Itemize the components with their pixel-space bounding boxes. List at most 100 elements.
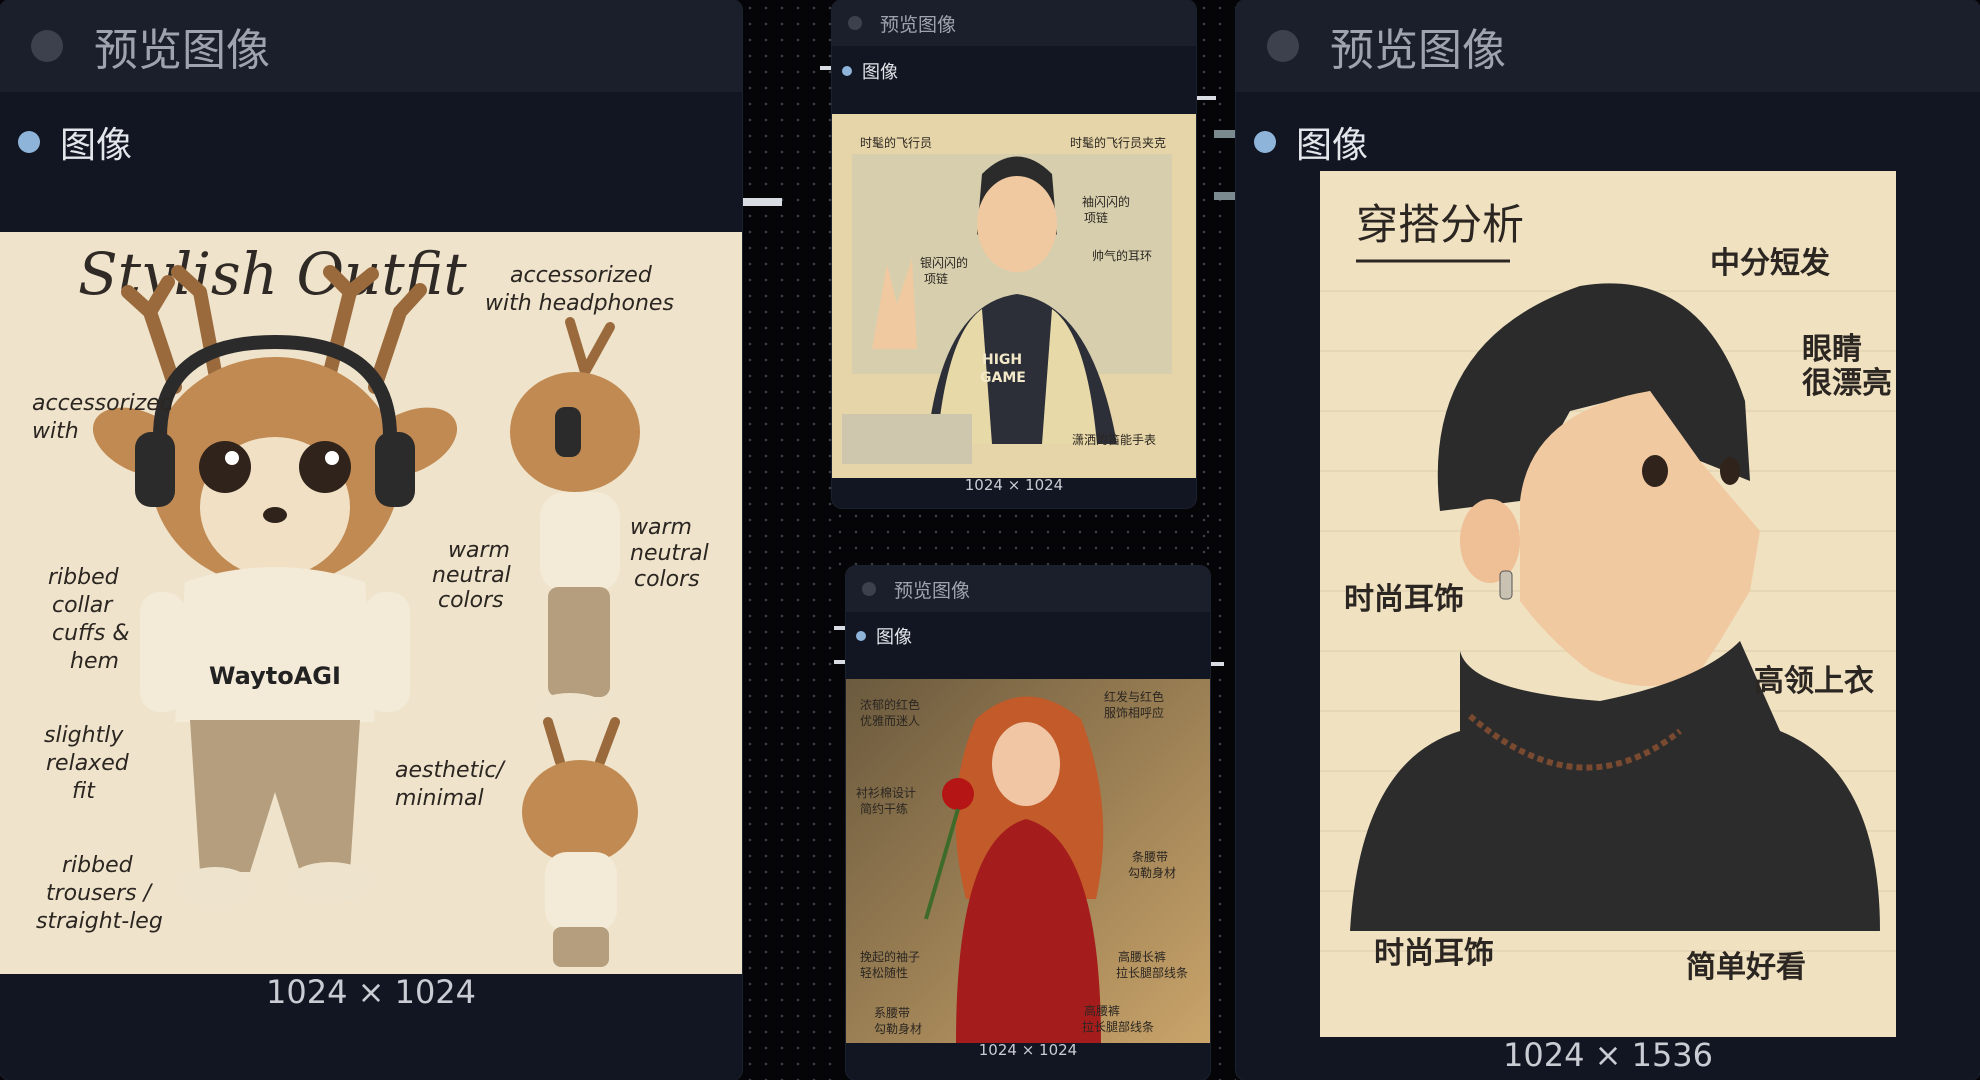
svg-text:slightly: slightly: [44, 723, 124, 748]
preview-image-node[interactable]: 预览图像 图像 穿搭分析 中分短发 眼睛 很漂亮 时尚耳饰 高领上衣 时尚耳饰 …: [1236, 0, 1980, 1080]
svg-text:ribbed: ribbed: [48, 565, 120, 590]
svg-text:ribbed: ribbed: [62, 853, 134, 878]
preview-image: 穿搭分析 中分短发 眼睛 很漂亮 时尚耳饰 高领上衣 时尚耳饰 简单好看: [1320, 171, 1896, 1037]
svg-text:neutral: neutral: [432, 563, 511, 588]
svg-text:relaxed: relaxed: [46, 751, 130, 776]
node-header[interactable]: 预览图像: [0, 0, 742, 92]
node-title: 预览图像: [1330, 25, 1506, 76]
port-label: 图像: [862, 62, 898, 83]
svg-text:colors: colors: [438, 588, 504, 613]
svg-text:很漂亮: 很漂亮: [1802, 366, 1892, 401]
connection-wire[interactable]: [834, 660, 846, 664]
svg-text:时尚耳饰: 时尚耳饰: [1344, 582, 1464, 617]
node-title: 预览图像: [880, 13, 957, 36]
preview-image: 浓郁的红色 优雅而迷人 红发与红色 服饰相呼应 衬衫棉设计 简约干练 条腰带 勾…: [846, 679, 1210, 1043]
svg-text:warm: warm: [448, 538, 510, 563]
image-size-label: 1024 × 1024: [964, 476, 1064, 494]
svg-text:时尚耳饰: 时尚耳饰: [1374, 936, 1494, 971]
port-label: 图像: [1296, 125, 1369, 166]
svg-text:挽起的袖子: 挽起的袖子: [860, 949, 920, 964]
image-heading: 穿搭分析: [1356, 200, 1524, 249]
canvas-dot-grid: [832, 508, 1212, 566]
svg-text:中分短发: 中分短发: [1710, 246, 1830, 281]
svg-text:accessorized: accessorized: [32, 391, 175, 416]
svg-text:cuffs &: cuffs &: [52, 621, 130, 646]
canvas-dot-grid: [742, 0, 832, 1080]
sweater-text: WaytoAGI: [209, 662, 341, 690]
port-label: 图像: [876, 627, 912, 648]
connection-wire[interactable]: [834, 626, 846, 630]
connection-wire[interactable]: [742, 198, 782, 206]
svg-text:with headphones: with headphones: [485, 291, 674, 316]
connection-wire[interactable]: [1214, 192, 1236, 200]
node-title: 预览图像: [894, 579, 971, 602]
svg-text:轻松随性: 轻松随性: [860, 965, 908, 980]
svg-text:拉长腿部线条: 拉长腿部线条: [1116, 965, 1188, 980]
port-dot-icon[interactable]: [18, 131, 40, 153]
svg-text:高领上衣: 高领上衣: [1754, 664, 1874, 699]
svg-text:简单好看: 简单好看: [1686, 950, 1806, 985]
svg-text:项链: 项链: [924, 271, 948, 286]
node-title: 预览图像: [94, 25, 270, 76]
svg-text:服饰相呼应: 服饰相呼应: [1104, 705, 1164, 720]
svg-text:straight-leg: straight-leg: [36, 909, 163, 934]
port-dot-icon[interactable]: [842, 66, 852, 76]
node-status-dot: [848, 16, 862, 30]
preview-image-node[interactable]: 预览图像 图像 Stylish Outfit WaytoAGI accessor…: [0, 0, 742, 1080]
svg-text:fit: fit: [72, 779, 96, 804]
svg-text:拉长腿部线条: 拉长腿部线条: [1082, 1019, 1154, 1034]
svg-text:colors: colors: [634, 567, 700, 592]
svg-text:红发与红色: 红发与红色: [1104, 689, 1164, 704]
node-status-dot: [31, 30, 63, 62]
port-label: 图像: [60, 125, 133, 166]
svg-text:hem: hem: [70, 649, 119, 674]
svg-text:高腰裤: 高腰裤: [1084, 1003, 1120, 1018]
svg-text:GAME: GAME: [980, 370, 1026, 386]
image-size-label: 1024 × 1536: [1502, 1036, 1714, 1074]
svg-text:with: with: [32, 419, 79, 444]
svg-text:简约干练: 简约干练: [860, 801, 908, 816]
preview-image: Stylish Outfit WaytoAGI accessorized wit…: [0, 232, 742, 974]
svg-text:warm: warm: [630, 515, 692, 540]
svg-text:银闪闪的: 银闪闪的: [920, 255, 968, 270]
image-size-label: 1024 × 1024: [978, 1041, 1078, 1059]
svg-text:系腰带: 系腰带: [874, 1006, 910, 1020]
svg-text:时髦的飞行员夹克: 时髦的飞行员夹克: [1070, 135, 1166, 150]
svg-text:高腰长裤: 高腰长裤: [1118, 949, 1166, 964]
preview-image: HIGH GAME 时髦的飞行员 时髦的飞行员夹克 袖闪闪的 项链 银闪闪的 项…: [832, 114, 1196, 478]
svg-text:眼睛: 眼睛: [1802, 332, 1862, 367]
node-header[interactable]: 预览图像: [846, 566, 1210, 612]
svg-text:neutral: neutral: [630, 541, 709, 566]
svg-text:collar: collar: [52, 593, 114, 618]
image-input-port[interactable]: 图像: [856, 623, 912, 649]
svg-text:优雅而迷人: 优雅而迷人: [860, 713, 920, 728]
node-header[interactable]: 预览图像: [1236, 0, 1980, 92]
svg-text:衬衫棉设计: 衬衫棉设计: [856, 786, 916, 800]
connection-wire[interactable]: [1214, 130, 1236, 138]
port-dot-icon[interactable]: [1254, 131, 1276, 153]
svg-text:潇洒的笛能手表: 潇洒的笛能手表: [1072, 432, 1156, 447]
svg-text:trousers /: trousers /: [46, 881, 154, 906]
svg-text:条腰带: 条腰带: [1132, 850, 1168, 864]
svg-text:HIGH: HIGH: [982, 352, 1022, 368]
image-input-port[interactable]: 图像: [18, 116, 132, 168]
svg-text:时髦的飞行员: 时髦的飞行员: [860, 135, 932, 150]
image-size-label: 1024 × 1024: [265, 973, 477, 1011]
svg-text:袖闪闪的: 袖闪闪的: [1082, 194, 1130, 209]
node-status-dot: [1267, 30, 1299, 62]
svg-text:aesthetic/: aesthetic/: [395, 758, 506, 783]
node-status-dot: [862, 582, 876, 596]
port-dot-icon[interactable]: [856, 631, 866, 641]
node-header[interactable]: 预览图像: [832, 0, 1196, 46]
image-input-port[interactable]: 图像: [1254, 116, 1368, 168]
svg-text:勾勒身材: 勾勒身材: [1128, 865, 1176, 880]
svg-text:项链: 项链: [1084, 210, 1108, 225]
preview-image-node[interactable]: 预览图像 图像 HIGH GAME 时髦的飞行员 时髦的飞行员夹克 袖闪闪的 项…: [832, 0, 1196, 508]
svg-text:accessorized: accessorized: [510, 263, 653, 288]
svg-text:勾勒身材: 勾勒身材: [874, 1021, 922, 1036]
image-input-port[interactable]: 图像: [842, 58, 898, 84]
connection-wire[interactable]: [1196, 96, 1216, 100]
svg-text:minimal: minimal: [395, 786, 484, 811]
preview-image-node[interactable]: 预览图像 图像 浓郁的红色 优雅而迷人 红发与红色 服饰相呼应 衬衫棉设计 简约…: [846, 566, 1210, 1080]
connection-wire[interactable]: [1210, 662, 1224, 666]
